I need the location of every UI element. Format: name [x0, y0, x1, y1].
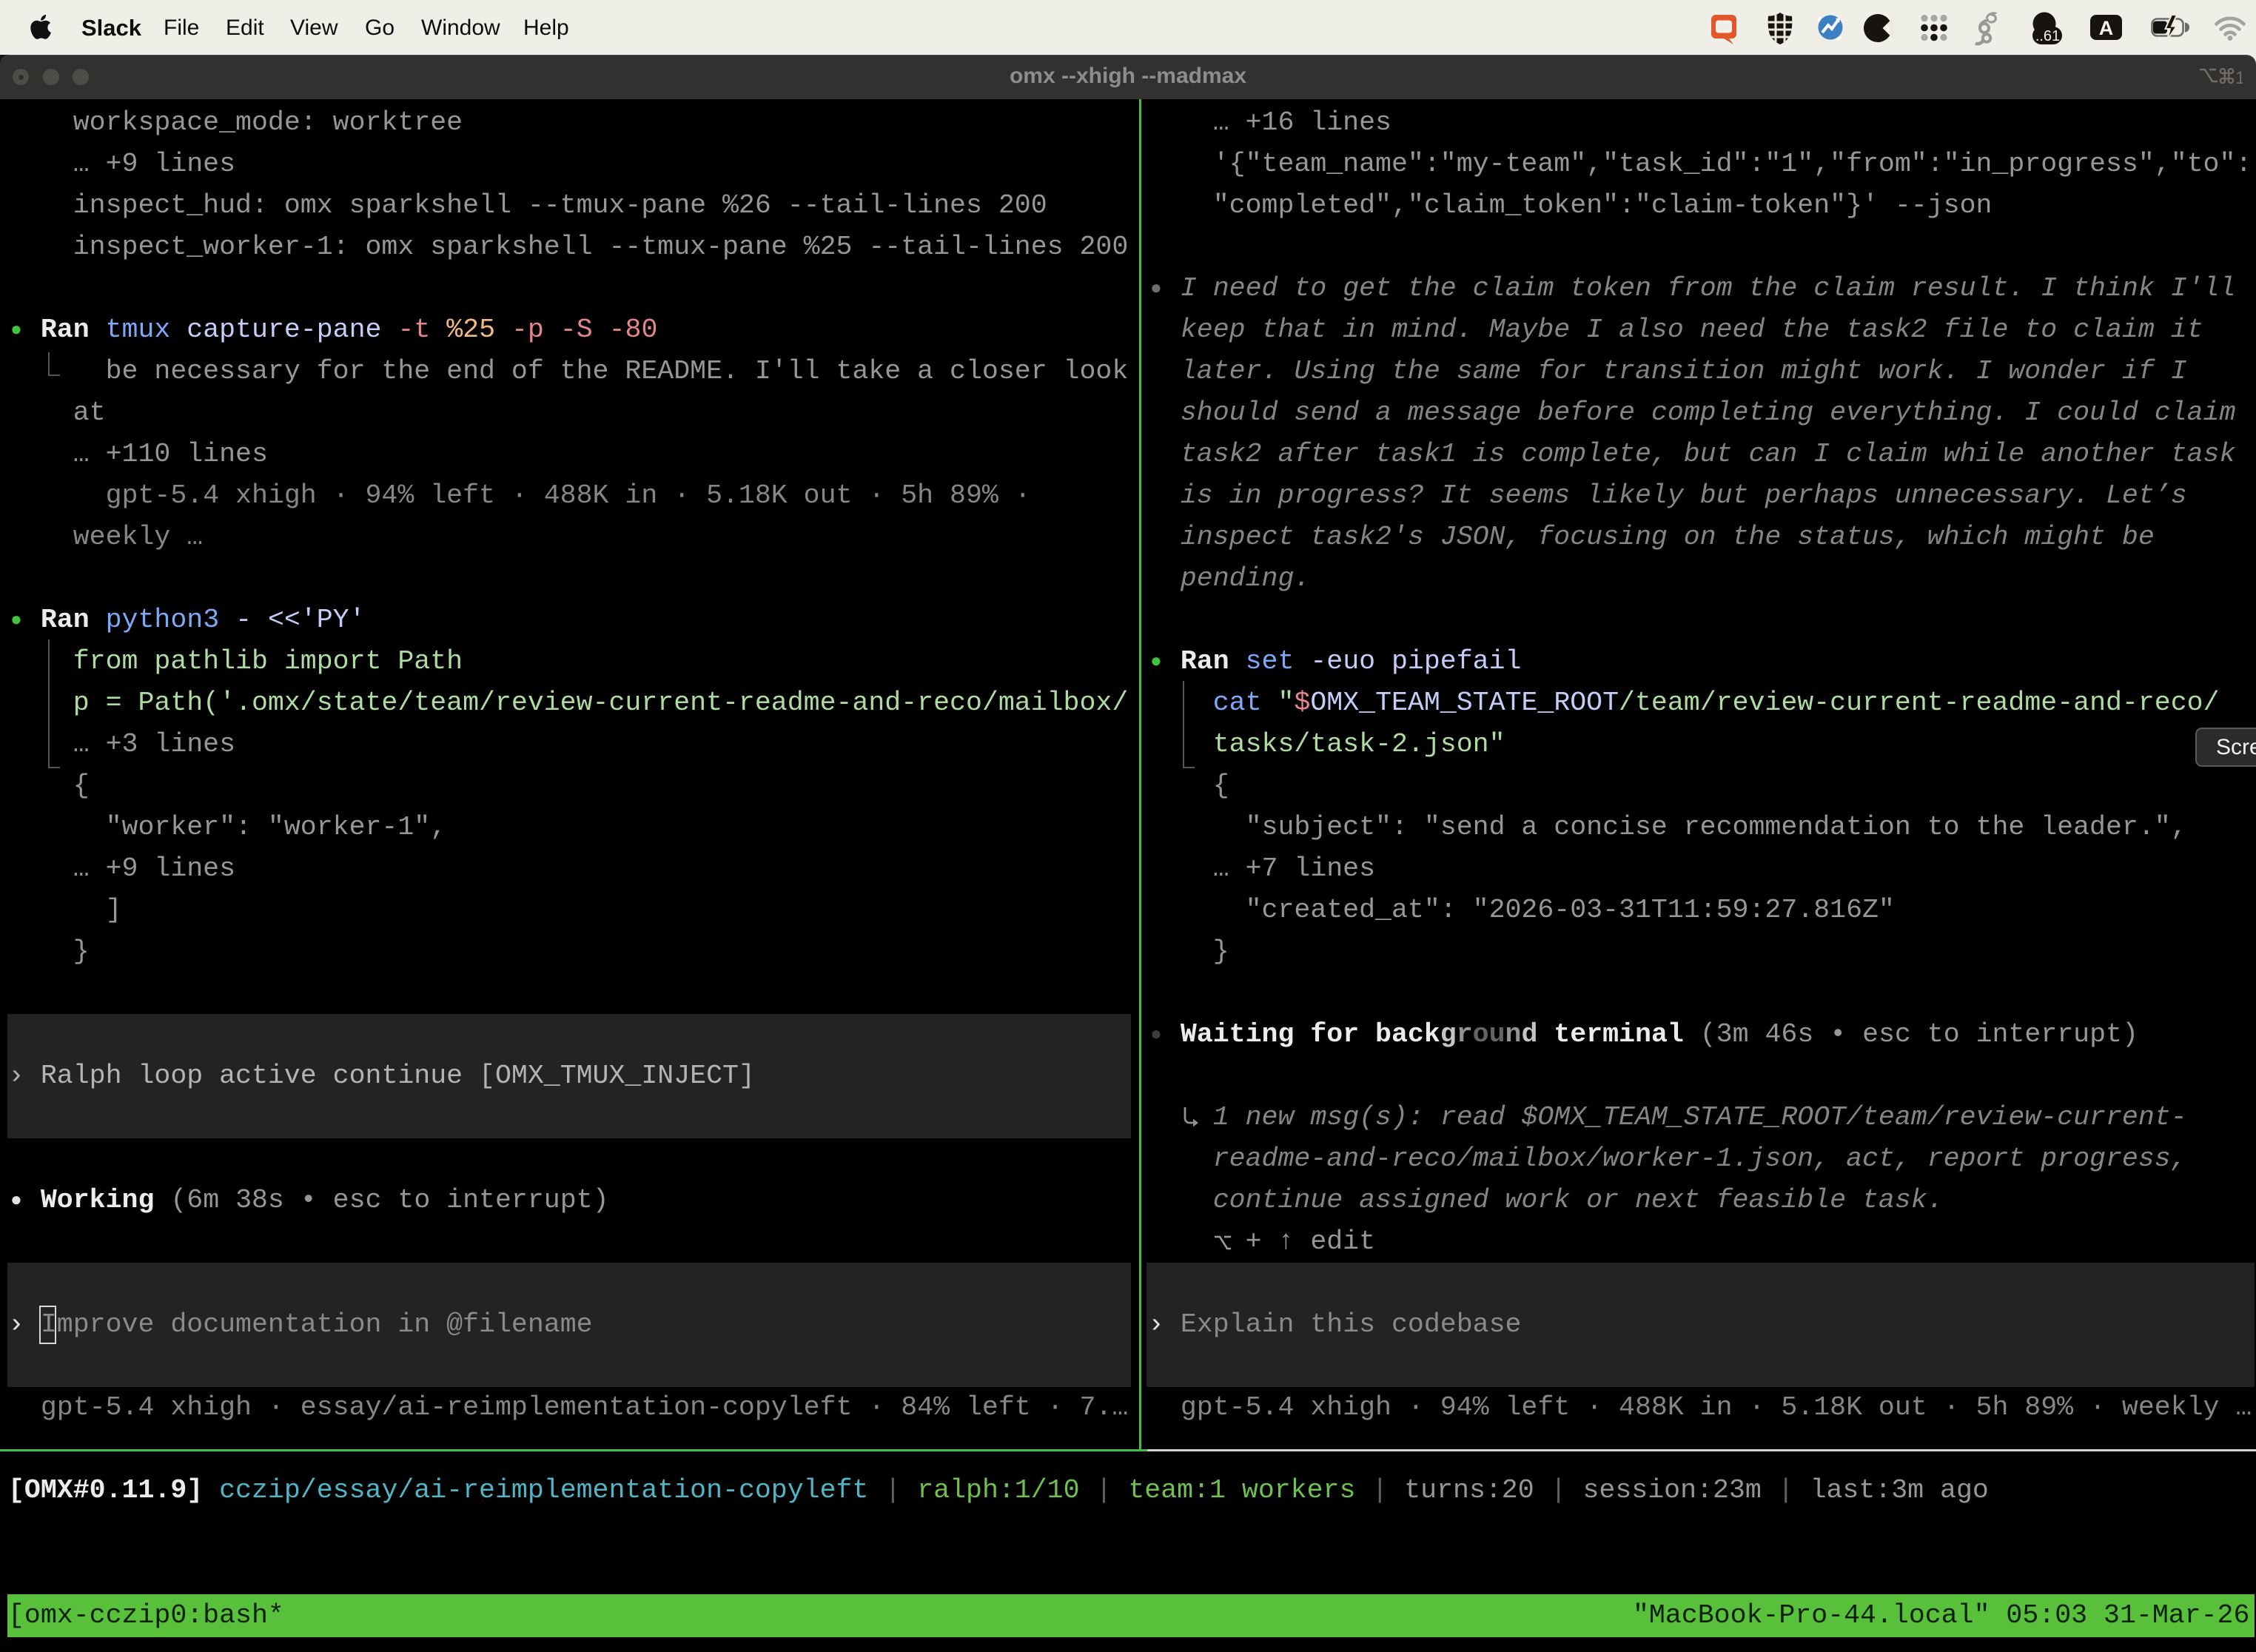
svg-text:A: A [2099, 17, 2114, 39]
svg-text:1: 1 [2235, 68, 2243, 88]
svg-text:..61: ..61 [2035, 28, 2060, 44]
